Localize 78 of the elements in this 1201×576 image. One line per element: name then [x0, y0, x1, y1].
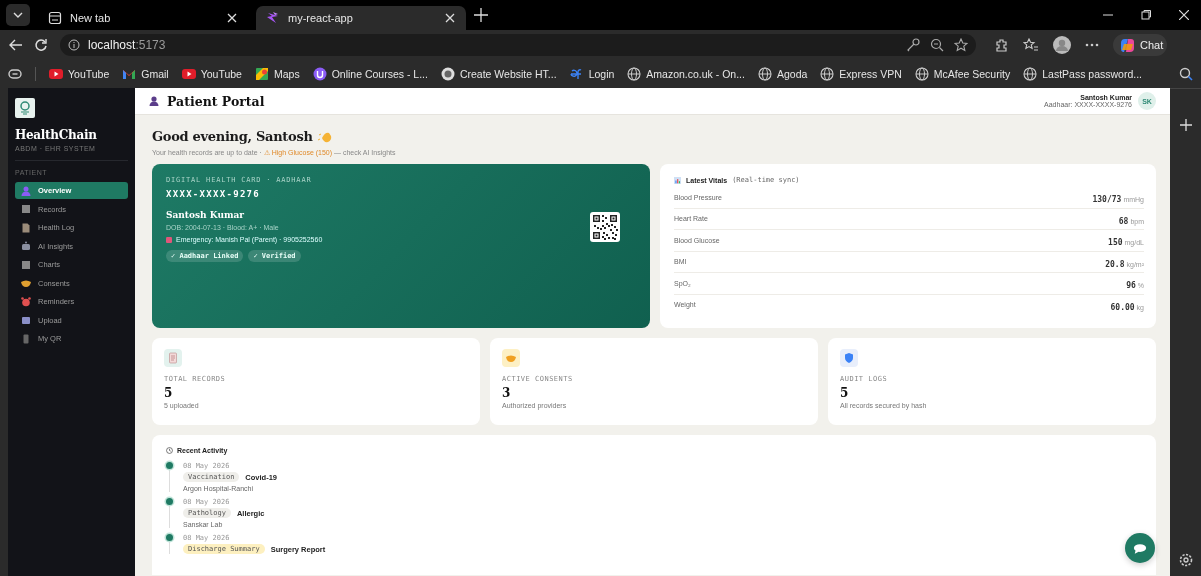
- globe-icon: [914, 67, 929, 81]
- add-icon[interactable]: [1179, 119, 1192, 131]
- qr-code-icon: [590, 212, 620, 242]
- bookmark[interactable]: Express VPN: [820, 67, 902, 81]
- bookmark[interactable]: YouTube: [181, 67, 242, 81]
- clock-icon: [166, 447, 173, 454]
- stat-value: 5: [164, 386, 173, 400]
- timeline-dot: [166, 534, 173, 541]
- circle-icon: [312, 67, 327, 81]
- bookmark[interactable]: Agoda: [757, 67, 808, 81]
- emergency-icon: [166, 236, 172, 243]
- close-icon[interactable]: [226, 12, 238, 24]
- shield-icon: [840, 349, 858, 367]
- star-icon[interactable]: [954, 38, 968, 52]
- bookmark[interactable]: Login: [569, 67, 615, 81]
- browser-tab[interactable]: my-react-app: [256, 6, 466, 30]
- play-icon: [181, 67, 196, 81]
- play-icon: [49, 67, 63, 81]
- profile-icon[interactable]: [1053, 36, 1071, 54]
- greeting: Good evening, Santosh: [152, 129, 313, 144]
- address-bar[interactable]: localhost:5173: [60, 34, 976, 56]
- chat-button[interactable]: Chat: [1113, 34, 1168, 56]
- collections-icon[interactable]: [8, 67, 22, 81]
- globe-icon: [1023, 67, 1038, 81]
- key-icon[interactable]: [906, 38, 920, 52]
- zoom-out-icon[interactable]: [930, 38, 944, 52]
- new-tab-icon[interactable]: [474, 8, 488, 22]
- circle-icon: [440, 67, 455, 81]
- phone-icon: [21, 333, 31, 344]
- page-icon: [48, 11, 62, 25]
- search-icon[interactable]: [1179, 67, 1193, 81]
- bookmark[interactable]: LastPass password...: [1023, 67, 1142, 81]
- speech-bubble-icon: [1133, 542, 1147, 554]
- aadhaar-number: XXXX-XXXX-9276: [166, 189, 262, 199]
- bookmark[interactable]: Maps: [254, 67, 300, 81]
- robot-icon: [21, 241, 31, 251]
- browser-tab[interactable]: New tab: [38, 6, 248, 30]
- bookmark[interactable]: Create Website HT...: [440, 67, 557, 81]
- close-icon[interactable]: [1179, 10, 1189, 20]
- bookmark[interactable]: YouTube: [49, 67, 110, 81]
- bookmark[interactable]: Gmail: [122, 67, 169, 81]
- globe-icon: [627, 67, 642, 81]
- square-icon: [21, 204, 31, 214]
- timeline-dot: [166, 498, 173, 505]
- bookmark[interactable]: Amazon.co.uk - On...: [627, 67, 745, 81]
- patient-name: Santosh Kumar: [166, 210, 246, 220]
- bookmark[interactable]: Online Courses - L...: [312, 67, 428, 81]
- restore-icon[interactable]: [1141, 10, 1151, 20]
- bar-chart-icon: [674, 176, 681, 184]
- settings-icon[interactable]: [1177, 552, 1194, 568]
- tray-icon: [21, 315, 31, 325]
- page-icon: [21, 222, 31, 233]
- logo-icon: [15, 98, 35, 118]
- info-icon[interactable]: [68, 39, 80, 51]
- clipboard-icon: [164, 349, 182, 367]
- stat-value: 3: [502, 386, 511, 400]
- letters-icon: [569, 67, 584, 81]
- lightning-icon: [266, 11, 280, 25]
- globe-icon: [757, 67, 772, 81]
- brand-name: HealthChain: [15, 128, 97, 142]
- envelope-icon: [122, 67, 137, 81]
- map-icon: [254, 67, 269, 81]
- tab-list-button[interactable]: [6, 4, 30, 26]
- sparkle-logo-icon: [1119, 37, 1135, 53]
- page-title: Patient Portal: [167, 93, 265, 109]
- close-icon[interactable]: [444, 12, 456, 24]
- timeline-dot: [166, 462, 173, 469]
- stat-value: 5: [840, 386, 849, 400]
- person-icon: [21, 185, 31, 196]
- favorites-icon[interactable]: [1023, 38, 1039, 52]
- puzzle-icon[interactable]: [994, 37, 1009, 53]
- globe-icon: [820, 67, 835, 81]
- reload-icon[interactable]: [34, 38, 48, 52]
- square-icon: [21, 259, 31, 270]
- bookmark[interactable]: McAfee Security: [914, 67, 1011, 81]
- back-icon[interactable]: [8, 38, 22, 52]
- url-text[interactable]: localhost:5173: [88, 38, 166, 52]
- person-icon: [149, 96, 159, 106]
